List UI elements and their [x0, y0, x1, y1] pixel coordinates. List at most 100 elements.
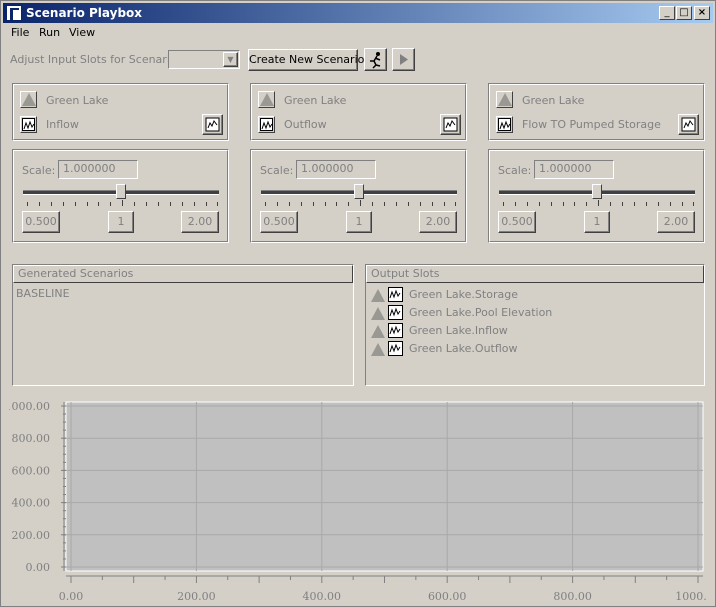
output-slot-item[interactable]: Green Lake.Pool Elevation [409, 306, 552, 319]
input-3-scale-half-button[interactable]: 0.500 [498, 211, 536, 233]
input-2-plot-button[interactable] [440, 114, 461, 135]
slider-tick [693, 202, 695, 206]
close-button[interactable]: × [694, 6, 710, 20]
input-3-scale-panel: Scale: 1.000000 0.500 1 2.00 [488, 149, 705, 243]
slider-tick [360, 200, 362, 206]
output-slot-item[interactable]: Green Lake.Outflow [409, 342, 518, 355]
slider-tick [157, 202, 159, 206]
slider-tick [205, 202, 207, 206]
input-3-slot-panel: Green Lake Flow TO Pumped Storage [488, 83, 705, 141]
object-icon[interactable] [258, 91, 275, 108]
scenario-playbox-window: Scenario Playbox _ □ × File Run View Adj… [0, 0, 716, 607]
input-1-scale-one-button[interactable]: 1 [108, 211, 134, 233]
input-2-scale-one-button[interactable]: 1 [346, 211, 372, 233]
input-1-scale-double-button[interactable]: 2.00 [181, 211, 219, 233]
input-3-plot-button[interactable] [678, 114, 699, 135]
run-figure-button[interactable] [364, 48, 387, 71]
y-tick-label: 0.00 [26, 561, 51, 574]
slider-tick [312, 202, 314, 206]
slider-tick [300, 202, 302, 206]
output-slots-panel: Output Slots Green Lake.Storage Green La… [365, 264, 705, 386]
input-2-scale-half-button[interactable]: 0.500 [260, 211, 298, 233]
input-3-scale-one-button[interactable]: 1 [584, 211, 610, 233]
input-2-slider-thumb[interactable] [354, 184, 364, 199]
generated-scenarios-header: Generated Scenarios [13, 265, 353, 283]
dropdown-arrow-icon[interactable]: ▼ [223, 52, 238, 67]
x-tick-label: 400.00 [303, 590, 342, 603]
input-1-scale-half-button[interactable]: 0.500 [22, 211, 60, 233]
triangle-icon [22, 93, 36, 106]
menu-run[interactable]: Run [39, 26, 60, 39]
slider-tick [27, 202, 28, 206]
window-title: Scenario Playbox [26, 6, 143, 20]
slider-tick [336, 202, 338, 206]
output-object-icon [371, 343, 385, 356]
slider-tick [526, 202, 528, 206]
play-button[interactable] [392, 48, 415, 71]
output-object-icon [371, 325, 385, 338]
output-chart: 0.00 200.00 400.00 600.00 800.00 1000.00 0.00 2… [5, 399, 716, 605]
input-1-slot-name: Inflow [46, 118, 79, 131]
input-1-slider-thumb[interactable] [116, 184, 126, 199]
input-1-scale-panel: Scale: 1.000000 0.500 1 2.00 [12, 149, 229, 243]
input-2-object-name: Green Lake [284, 94, 347, 107]
input-3-slider-thumb[interactable] [592, 184, 602, 199]
object-icon[interactable] [496, 91, 513, 108]
create-new-scenario-button[interactable]: Create New Scenario [248, 49, 364, 71]
menu-file[interactable]: File [11, 26, 29, 39]
slider-tick [669, 202, 671, 206]
slider-tick [110, 202, 112, 206]
scenario-select[interactable]: ▼ [168, 50, 240, 69]
slider-tick [645, 202, 647, 206]
slot-icon[interactable] [258, 116, 275, 133]
input-2-scale-field[interactable]: 1.000000 [296, 160, 376, 179]
menu-bar: File Run View [3, 24, 713, 42]
object-icon[interactable] [20, 91, 37, 108]
x-tick-label: 600.00 [428, 590, 467, 603]
minimize-button[interactable]: _ [659, 6, 675, 20]
slot-icon[interactable] [496, 116, 513, 133]
maximize-button[interactable]: □ [676, 6, 692, 20]
input-1-object-name: Green Lake [46, 94, 109, 107]
input-3-scale-double-button[interactable]: 2.00 [657, 211, 695, 233]
slider-tick [146, 202, 147, 206]
slot-icon[interactable] [20, 116, 37, 133]
output-slot-item[interactable]: Green Lake.Storage [409, 288, 518, 301]
plot-area: 0.00 200.00 400.00 600.00 800.00 1000.00 0.00 2… [5, 399, 716, 605]
triangle-icon [260, 93, 274, 106]
triangle-icon [498, 93, 512, 106]
slider-tick [98, 202, 100, 206]
input-3-scale-field[interactable]: 1.000000 [534, 160, 614, 179]
menu-view[interactable]: View [69, 26, 95, 39]
input-3-scale-label: Scale: [498, 164, 532, 177]
series-slot-icon [388, 323, 403, 338]
title-bar[interactable]: Scenario Playbox _ □ × [3, 3, 713, 23]
series-slot-icon [498, 118, 511, 131]
input-2-scale-panel: Scale: 1.000000 0.500 1 2.00 [250, 149, 467, 243]
slider-tick [622, 202, 623, 206]
slider-tick [348, 202, 350, 206]
slider-tick [265, 202, 266, 206]
slider-tick [276, 202, 278, 206]
input-2-scale-label: Scale: [260, 164, 294, 177]
slider-tick [62, 202, 64, 206]
y-tick-label: 200.00 [12, 529, 51, 542]
y-tick-label: 1000.00 [9, 400, 50, 413]
slider-tick [193, 202, 195, 206]
slider-tick [395, 202, 397, 206]
scenario-item-baseline[interactable]: BASELINE [16, 287, 70, 300]
slider-tick [169, 202, 171, 206]
slider-tick [574, 202, 576, 206]
input-2-scale-double-button[interactable]: 2.00 [419, 211, 457, 233]
x-tick-label: 0.00 [59, 590, 84, 603]
output-slot-item[interactable]: Green Lake.Inflow [409, 324, 508, 337]
input-1-scale-field[interactable]: 1.000000 [58, 160, 138, 179]
series-slot-icon [388, 287, 403, 302]
slider-tick [86, 202, 88, 206]
slider-tick [181, 202, 183, 206]
slider-tick [134, 202, 136, 206]
slider-tick [419, 202, 421, 206]
slider-tick [550, 202, 552, 206]
input-1-plot-button[interactable] [202, 114, 223, 135]
plot-icon [681, 117, 696, 132]
